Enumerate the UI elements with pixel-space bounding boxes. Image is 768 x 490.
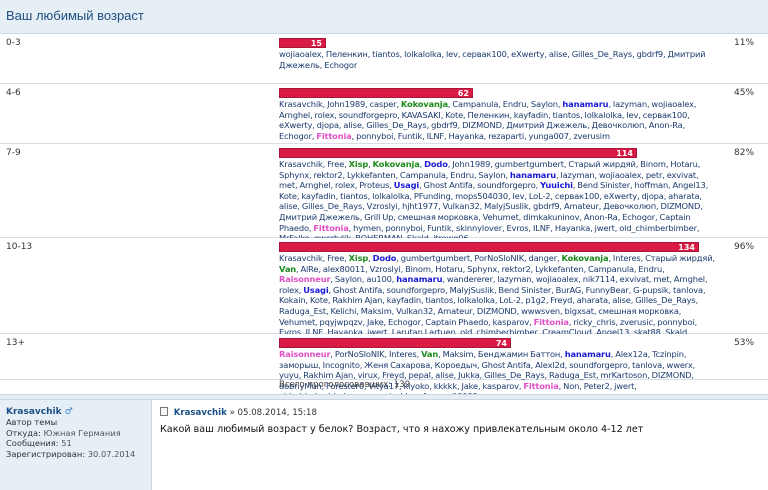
poll-row: 13+ 74 Raisonneur, PorNoSloNIK, Interes, V… (0, 334, 768, 401)
author-name[interactable]: Krasavchik (6, 407, 62, 417)
voter-highlighted-name[interactable]: Fittonia (316, 131, 351, 141)
poll-option-label: 10-13 (6, 242, 33, 252)
voter-highlighted-name[interactable]: Fittonia (523, 381, 558, 391)
voter-highlighted-name[interactable]: Raisonneur (279, 349, 331, 359)
author-registered: Зарегистрирован: 30.07.2014 (6, 448, 136, 459)
poll-bar-count: 62 (457, 89, 469, 98)
voter-highlighted-name[interactable]: Van (421, 349, 438, 359)
voter-list: wojiaoalex, Пеленкин, tiantos, lolkalolk… (279, 49, 715, 70)
poll-row: 4-6 62 Krasavchik, John1989, casper, Kokov… (0, 84, 768, 144)
poll-bar: 62 (279, 88, 473, 98)
poll-bar: 114 (279, 148, 637, 158)
voter-names[interactable]: , Ghost Antifa, soundforgepro, (419, 180, 540, 190)
post-header: Krasavchik » 05.08.2014, 15:18 (160, 407, 317, 418)
poll-bar-cell: 74 Raisonneur, PorNoSloNIK, Interes, Van,… (279, 338, 715, 402)
voter-highlighted-name[interactable]: Fittonia (534, 317, 569, 327)
post-icon (160, 407, 168, 416)
poll-percent: 11% (734, 38, 755, 48)
poll-bar-cell: 134 Krasavchik, Free, Xisp, Dodo, gumbert… (279, 242, 715, 348)
poll-percent: 82% (734, 148, 755, 158)
poll-row: 7-9 114 Krasavchik, Free, Xisp, Kokovanja,… (0, 144, 768, 243)
voter-highlighted-name[interactable]: Yuuichi (540, 180, 573, 190)
male-icon: ♂ (64, 407, 73, 417)
voter-highlighted-name[interactable]: hanamaru (565, 349, 611, 359)
poll-bar-count: 114 (616, 149, 633, 158)
voter-highlighted-name[interactable]: hanamaru (562, 99, 608, 109)
voter-highlighted-name[interactable]: Xisp (349, 253, 369, 263)
post: Krasavchik ♂ Автор темы Откуда: Южная Ге… (0, 400, 768, 490)
voter-names[interactable]: Krasavchik, Free, (279, 253, 349, 263)
poll-percent: 53% (734, 338, 755, 348)
author-panel: Krasavchik ♂ Автор темы Откуда: Южная Ге… (0, 400, 152, 490)
post-author-link[interactable]: Krasavchik (174, 408, 227, 418)
voter-names[interactable]: , PorNoSloNIK, Interes, (330, 349, 421, 359)
voter-highlighted-name[interactable]: Usagi (303, 285, 328, 295)
poll-bar-cell: 114 Krasavchik, Free, Xisp, Kokovanja, Do… (279, 148, 715, 244)
poll-bar-count: 74 (495, 339, 507, 348)
author-location: Откуда: Южная Германия (6, 427, 121, 438)
poll-option-label: 4-6 (6, 88, 21, 98)
voter-names[interactable]: Krasavchik, Free, (279, 159, 349, 169)
poll-bar: 15 (279, 38, 326, 48)
voter-highlighted-name[interactable]: hanamaru (510, 170, 556, 180)
voter-highlighted-name[interactable]: Usagi (394, 180, 419, 190)
voter-highlighted-name[interactable]: Van (279, 264, 296, 274)
poll-row: 0-3 15 wojiaoalex, Пеленкин, tiantos, lolk… (0, 34, 768, 84)
poll-option-label: 13+ (6, 338, 25, 348)
poll-bar-cell: 62 Krasavchik, John1989, casper, Kokovanj… (279, 88, 715, 141)
author-role: Автор темы (6, 417, 58, 427)
poll-bar-count: 134 (678, 243, 695, 252)
voter-highlighted-name[interactable]: Dodo (424, 159, 448, 169)
poll-bar: 74 (279, 338, 511, 348)
poll-option-label: 0-3 (6, 38, 21, 48)
voter-highlighted-name[interactable]: Kokovanja (561, 253, 608, 263)
post-date: » 05.08.2014, 15:18 (229, 408, 317, 418)
voter-highlighted-name[interactable]: Xisp (349, 159, 369, 169)
voter-names[interactable]: wojiaoalex, Пеленкин, tiantos, lolkalolk… (279, 49, 706, 70)
voter-names[interactable]: , gumbertgumbert, PorNoSloNIK, danger, (396, 253, 561, 263)
poll-option-label: 7-9 (6, 148, 21, 158)
voter-highlighted-name[interactable]: Fittonia (313, 223, 348, 233)
poll-title-bar: Ваш любимый возраст (0, 0, 768, 34)
poll-bar-cell: 15 wojiaoalex, Пеленкин, tiantos, lolkalo… (279, 38, 715, 70)
voter-names[interactable]: , Interes, Старый жирдяй, (608, 253, 715, 263)
voter-highlighted-name[interactable]: Kokovanja (373, 159, 420, 169)
voter-names[interactable]: , Campanula, Endru, Saylon, (448, 99, 562, 109)
voter-names[interactable]: , ponnyboi, Funtik, ILNF, Hayanka, rezap… (352, 131, 610, 141)
poll-bar-count: 15 (310, 39, 322, 48)
poll-percent: 96% (734, 242, 755, 252)
voter-highlighted-name[interactable]: Kokovanja (401, 99, 448, 109)
voter-list: Krasavchik, John1989, casper, Kokovanja,… (279, 99, 715, 141)
voter-names[interactable]: , Saylon, au100, (330, 274, 396, 284)
poll-title: Ваш любимый возраст (6, 8, 144, 23)
poll-bar: 134 (279, 242, 699, 252)
voter-names[interactable]: , Maksim, Бенджамин Баттон, (438, 349, 565, 359)
voter-highlighted-name[interactable]: Raisonneur (279, 274, 331, 284)
voter-highlighted-name[interactable]: hanamaru (396, 274, 442, 284)
total-votes: Всего проголосовавших: 139 (279, 380, 411, 390)
poll-row: 10-13 134 Krasavchik, Free, Xisp, Dodo, gu… (0, 238, 768, 348)
poll-percent: 45% (734, 88, 755, 98)
voter-names[interactable]: Krasavchik, John1989, casper, (279, 99, 401, 109)
post-body: Какой ваш любимый возраст у белок? Возра… (160, 424, 644, 435)
voter-highlighted-name[interactable]: Dodo (373, 253, 397, 263)
author-messages: Сообщения: 51 (6, 438, 72, 448)
voter-names[interactable]: , AlRe, alex80011, Vzroslyi, Binom, Hota… (296, 264, 665, 274)
voter-list: Krasavchik, Free, Xisp, Kokovanja, Dodo,… (279, 159, 715, 244)
